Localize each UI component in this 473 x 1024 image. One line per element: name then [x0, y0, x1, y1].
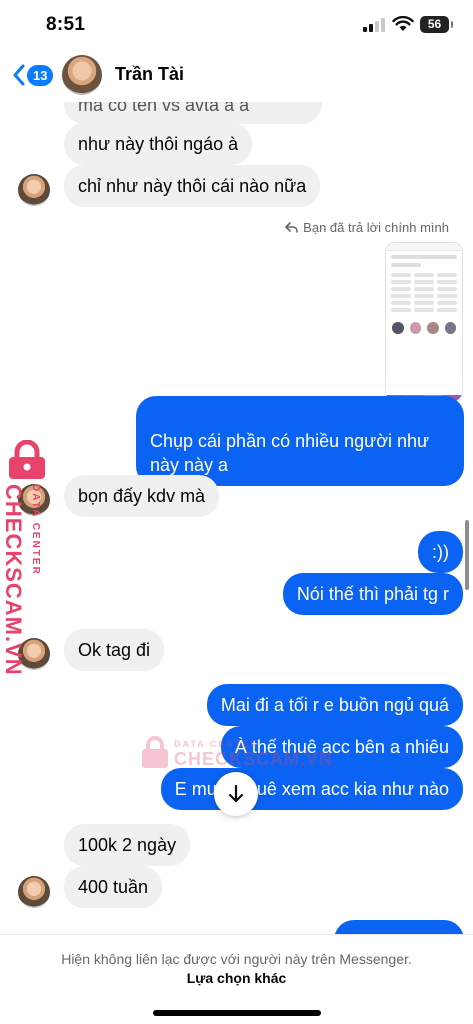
unread-badge: 13 [27, 64, 54, 86]
watermark-brand: CHECKSCAM.VN [174, 749, 334, 769]
message-incoming[interactable]: như này thôi ngáo à [64, 123, 253, 165]
watermark-lock-icon [9, 440, 45, 479]
unavailable-notice: Hiện không liên lạc được với người này t… [61, 951, 412, 967]
message-incoming[interactable]: bọn đấy kdv mà [64, 475, 220, 517]
message-outgoing[interactable]: :)) [418, 531, 463, 573]
back-button[interactable]: 13 [12, 62, 54, 88]
reply-note: Bạn đã trả lời chính mình [285, 220, 449, 235]
message-incoming[interactable]: Ok tag đi [64, 629, 165, 671]
contact-avatar[interactable] [62, 55, 102, 95]
wifi-icon [392, 16, 414, 31]
message-incoming[interactable]: chỉ như này thôi cái nào nữa [64, 165, 321, 207]
status-time: 8:51 [46, 14, 86, 35]
reply-arrow-icon [285, 222, 298, 233]
cellular-signal-icon [363, 18, 387, 32]
watermark-lock-icon [142, 736, 168, 768]
message-outgoing[interactable]: Nói thế thì phải tg r [282, 573, 463, 615]
watermark-brand: CHECKSCAM.VN [1, 484, 26, 676]
battery-icon: 56 [420, 16, 453, 33]
sender-avatar[interactable] [18, 876, 50, 908]
message-outgoing-partial[interactable] [334, 920, 464, 934]
status-bar: 8:51 56 [0, 0, 473, 50]
message-outgoing[interactable]: Mai đi a tối r e buồn ngủ quá [206, 684, 463, 726]
message-incoming[interactable]: 400 tuần [64, 866, 163, 908]
contact-name[interactable]: Trần Tài [115, 64, 184, 85]
arrow-down-icon [228, 784, 244, 803]
other-options-link[interactable]: Lựa chọn khác [0, 970, 473, 986]
watermark-tag: DATA CENTER [174, 739, 259, 749]
composer-unavailable-footer: Hiện không liên lạc được với người này t… [0, 934, 473, 1024]
message-incoming[interactable]: 100k 2 ngày [64, 824, 191, 866]
home-indicator[interactable] [153, 1010, 321, 1016]
scroll-to-bottom-button[interactable] [214, 772, 258, 816]
replied-image-thumbnail[interactable] [385, 242, 463, 402]
message-outgoing[interactable]: Chụp cái phần có nhiều người như này này… [136, 396, 464, 486]
chevron-left-icon [13, 64, 25, 86]
sender-avatar[interactable] [18, 174, 50, 206]
scrollbar[interactable] [465, 520, 469, 590]
chat-header: 13 Trần Tài [0, 50, 473, 102]
watermark-tag: DATA CENTER [30, 484, 41, 576]
message-outgoing[interactable]: E muốn thuê xem acc kia như nào [160, 768, 463, 810]
message-incoming[interactable]: ma có tên vs avta à a [64, 102, 322, 124]
